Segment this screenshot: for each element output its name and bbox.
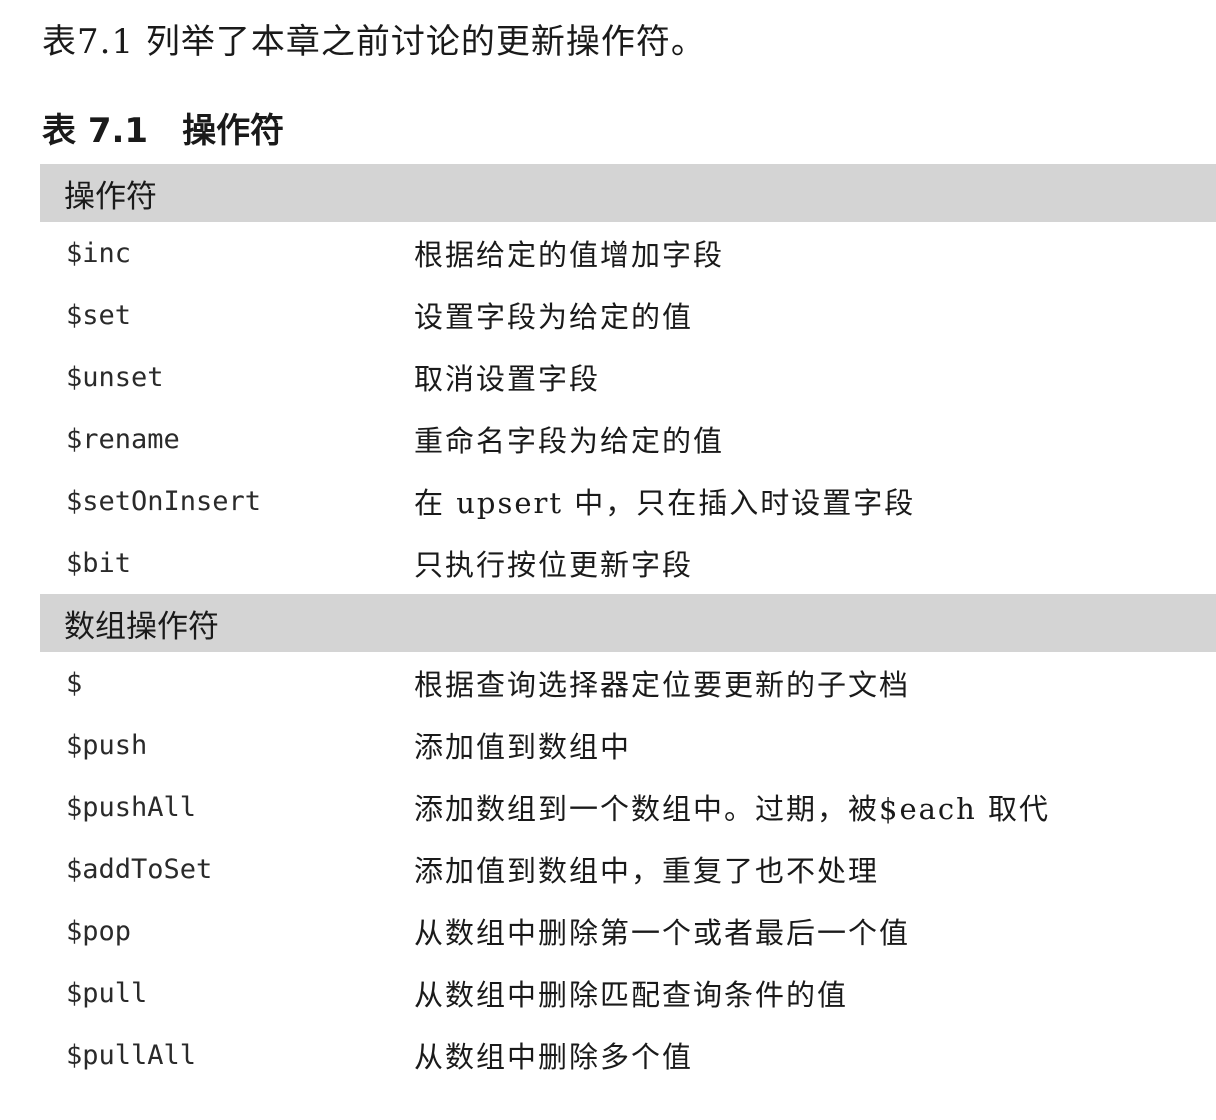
table-row: $addToSet 添加值到数组中，重复了也不处理 (40, 838, 1216, 900)
description-cell: 设置字段为给定的值 (414, 300, 694, 334)
operator-cell: $pop (66, 915, 132, 947)
table-row: $inc 根据给定的值增加字段 (40, 222, 1216, 284)
table-row: $setOnInsert 在 upsert 中，只在插入时设置字段 (40, 470, 1216, 532)
operator-cell: $set (66, 299, 132, 331)
operators-table: 操作符 $inc 根据给定的值增加字段 $set 设置字段为给定的值 $unset 取… (40, 164, 1216, 1086)
description-cell: 取消设置字段 (414, 362, 601, 396)
table-row: $pullAll 从数组中删除多个值 (40, 1024, 1216, 1086)
operator-cell: $push (66, 729, 148, 761)
operator-cell: $pull (66, 977, 148, 1009)
table-caption-title: 操作符 (182, 111, 285, 151)
description-cell: 只执行按位更新字段 (414, 548, 694, 582)
description-cell: 在 upsert 中，只在插入时设置字段 (414, 486, 916, 520)
operator-cell: $bit (66, 547, 132, 579)
table-row: $ 根据查询选择器定位要更新的子文档 (40, 652, 1216, 714)
operator-cell: $inc (66, 237, 132, 269)
table-row: $pop 从数组中删除第一个或者最后一个值 (40, 900, 1216, 962)
operator-cell: $setOnInsert (66, 485, 262, 517)
table-caption-number: 表 7.1 (42, 111, 149, 151)
table-row: $pull 从数组中删除匹配查询条件的值 (40, 962, 1216, 1024)
table-row: $pushAll 添加数组到一个数组中。过期，被$each 取代 (40, 776, 1216, 838)
description-cell: 添加值到数组中 (414, 730, 632, 764)
operator-cell: $pullAll (66, 1039, 197, 1071)
description-cell: 根据给定的值增加字段 (414, 238, 725, 272)
table-row: $set 设置字段为给定的值 (40, 284, 1216, 346)
section-header: 数组操作符 (40, 594, 1216, 652)
table-section-operators: 操作符 $inc 根据给定的值增加字段 $set 设置字段为给定的值 $unset 取… (40, 164, 1216, 594)
table-row: $bit 只执行按位更新字段 (40, 532, 1216, 594)
table-caption: 表 7.1 操作符 (42, 106, 284, 156)
description-cell: 添加数组到一个数组中。过期，被$each 取代 (414, 792, 1051, 826)
description-cell: 重命名字段为给定的值 (414, 424, 725, 458)
description-cell: 添加值到数组中，重复了也不处理 (414, 854, 880, 888)
intro-text: 表7.1 列举了本章之前讨论的更新操作符。 (42, 22, 706, 62)
table-row: $push 添加值到数组中 (40, 714, 1216, 776)
description-cell: 根据查询选择器定位要更新的子文档 (414, 668, 911, 702)
description-cell: 从数组中删除第一个或者最后一个值 (414, 916, 911, 950)
table-row: $unset 取消设置字段 (40, 346, 1216, 408)
description-cell: 从数组中删除多个值 (414, 1040, 694, 1074)
description-cell: 从数组中删除匹配查询条件的值 (414, 978, 849, 1012)
table-section-array-operators: 数组操作符 $ 根据查询选择器定位要更新的子文档 $push 添加值到数组中 $pu… (40, 594, 1216, 1086)
table-row: $rename 重命名字段为给定的值 (40, 408, 1216, 470)
operator-cell: $rename (66, 423, 180, 455)
operator-cell: $unset (66, 361, 164, 393)
operator-cell: $ (66, 667, 83, 699)
operator-cell: $pushAll (66, 791, 197, 823)
operator-cell: $addToSet (66, 853, 213, 885)
section-header: 操作符 (40, 164, 1216, 222)
